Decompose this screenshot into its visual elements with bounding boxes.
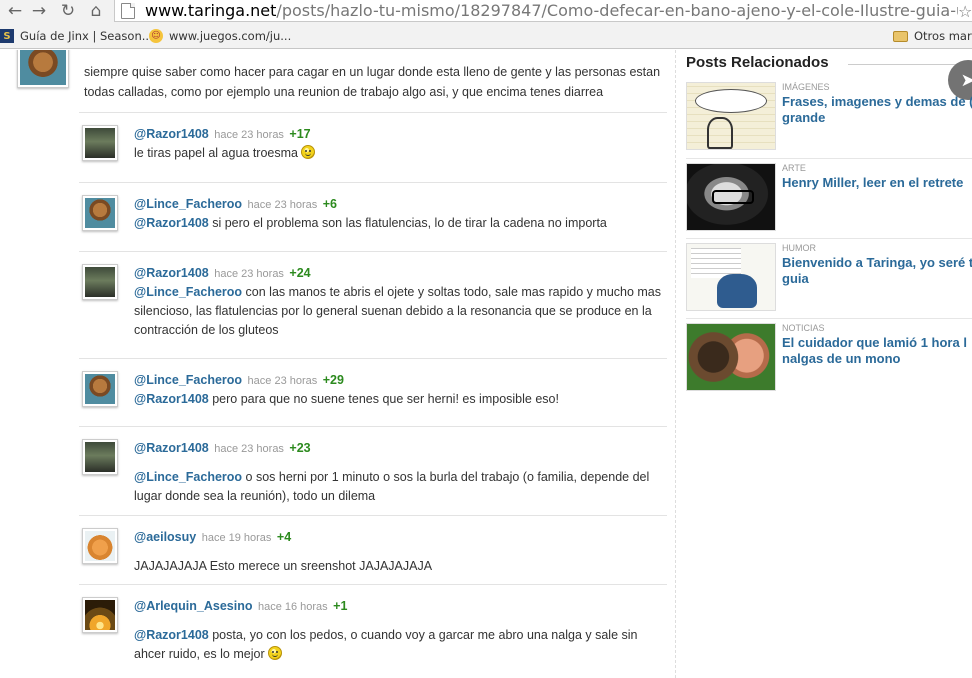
comment-body: le tiras papel al agua troesma bbox=[134, 146, 298, 160]
reload-icon[interactable]: ↻ bbox=[57, 0, 79, 22]
comment-user[interactable]: @aeilosuy bbox=[134, 530, 196, 544]
avatar[interactable] bbox=[82, 125, 118, 161]
post-title[interactable]: Frases, imagenes y demas de (grande bbox=[782, 94, 972, 126]
comment-votes: +17 bbox=[289, 127, 311, 141]
comment-mention[interactable]: @Razor1408 bbox=[134, 392, 209, 406]
comment: @Razor1408 hace 23 horas +23 @Lince_Fach… bbox=[79, 426, 667, 515]
comment-user[interactable]: @Lince_Facheroo bbox=[134, 373, 242, 387]
address-bar[interactable]: www.taringa.net/posts/hazlo-tu-mismo/182… bbox=[114, 0, 972, 22]
comment-body: pero para que no suene tenes que ser her… bbox=[208, 392, 559, 406]
comment-body: JAJAJAJAJA Esto merece un sreenshot JAJA… bbox=[134, 559, 433, 573]
related-post[interactable]: HUMOR Bienvenido a Taringa, yo seré t gui… bbox=[686, 238, 972, 314]
comment-votes: +4 bbox=[276, 530, 292, 544]
comment-votes: +24 bbox=[289, 266, 311, 280]
folder-icon bbox=[893, 30, 908, 42]
comment-votes: +6 bbox=[322, 197, 338, 211]
browser-toolbar: ← → ↻ ⌂ www.taringa.net/posts/hazlo-tu-m… bbox=[0, 0, 972, 24]
s-icon: S bbox=[0, 29, 14, 43]
related-post[interactable]: NOTICIAS El cuidador que lamió 1 hora ln… bbox=[686, 318, 972, 394]
comment-user[interactable]: @Razor1408 bbox=[134, 441, 209, 455]
comment: @Arlequin_Asesino hace 16 horas +1 @Razo… bbox=[79, 584, 667, 678]
back-icon[interactable]: ← bbox=[4, 0, 26, 22]
other-bookmarks[interactable]: Otros marc bbox=[893, 27, 972, 45]
post-category: IMÁGENES bbox=[782, 82, 830, 92]
bookmark-juegos[interactable]: ☺ www.juegos.com/ju... bbox=[149, 27, 291, 45]
comment-user[interactable]: @Lince_Facheroo bbox=[134, 197, 242, 211]
post-thumbnail[interactable] bbox=[686, 243, 776, 311]
comment-text: @Razor1408 posta, yo con los pedos, o cu… bbox=[134, 626, 666, 664]
comment: @aeilosuy hace 19 horas +4 JAJAJAJAJA Es… bbox=[79, 515, 667, 584]
avatar[interactable] bbox=[17, 50, 69, 88]
comments-section: siempre quise saber como hacer para caga… bbox=[0, 50, 676, 678]
post-category: ARTE bbox=[782, 163, 806, 173]
post-title[interactable]: El cuidador que lamió 1 hora l nalgas de … bbox=[782, 335, 972, 367]
bookmark-label: www.juegos.com/ju... bbox=[169, 29, 292, 43]
post-category: NOTICIAS bbox=[782, 323, 825, 333]
comment-text: @Lince_Facheroo con las manos te abris e… bbox=[134, 283, 666, 340]
bookmark-star-icon[interactable]: ☆ bbox=[958, 0, 972, 21]
related-post[interactable]: ARTE Henry Miller, leer en el retrete bbox=[686, 158, 972, 234]
avatar[interactable] bbox=[82, 371, 118, 407]
comment-time: hace 23 horas bbox=[247, 199, 318, 211]
sidebar-title: Posts Relacionados bbox=[686, 54, 829, 71]
bookmarks-bar: S Guía de Jinx | Season... ☺ www.juegos.… bbox=[0, 24, 972, 49]
post-title[interactable]: Henry Miller, leer en el retrete bbox=[782, 175, 972, 191]
comment-text: @Razor1408 pero para que no suene tenes … bbox=[134, 390, 666, 409]
comment-mention[interactable]: @Lince_Facheroo bbox=[134, 470, 242, 484]
comment: @Razor1408 hace 23 horas +24 @Lince_Fach… bbox=[79, 251, 667, 358]
post-thumbnail[interactable] bbox=[686, 163, 776, 231]
comment-text: JAJAJAJAJA Esto merece un sreenshot JAJA… bbox=[134, 557, 666, 576]
comment-time: hace 23 horas bbox=[214, 129, 284, 141]
related-post[interactable]: IMÁGENES Frases, imagenes y demas de (gr… bbox=[686, 78, 972, 154]
forward-icon[interactable]: → bbox=[28, 0, 50, 22]
smiley-icon bbox=[300, 145, 315, 159]
comment-body: si pero el problema son las flatulencias… bbox=[208, 216, 607, 230]
comment-text: @Razor1408 si pero el problema son las f… bbox=[134, 214, 666, 233]
comment-mention[interactable]: @Lince_Facheroo bbox=[134, 285, 242, 299]
comment-user[interactable]: @Razor1408 bbox=[134, 266, 209, 280]
url-path: /posts/hazlo-tu-mismo/18297847/Como-defe… bbox=[276, 1, 972, 20]
bookmark-guia-jinx[interactable]: S Guía de Jinx | Season... bbox=[0, 27, 153, 45]
post-category: HUMOR bbox=[782, 243, 816, 253]
comment-mention[interactable]: @Razor1408 bbox=[134, 216, 209, 230]
comment-time: hace 23 horas bbox=[214, 443, 284, 455]
avatar[interactable] bbox=[82, 528, 118, 564]
comment-votes: +1 bbox=[333, 599, 348, 613]
home-icon[interactable]: ⌂ bbox=[85, 0, 107, 22]
comment: @Lince_Facheroo hace 23 horas +29 @Razor… bbox=[79, 358, 667, 426]
comment-text: @Lince_Facheroo o sos herni por 1 minuto… bbox=[134, 468, 666, 506]
bookmark-label: Guía de Jinx | Season... bbox=[20, 29, 153, 43]
other-bookmarks-label: Otros marc bbox=[914, 29, 972, 43]
comment-text: le tiras papel al agua troesma bbox=[134, 144, 666, 163]
comment-time: hace 23 horas bbox=[247, 375, 318, 387]
post-title[interactable]: Bienvenido a Taringa, yo seré t guia bbox=[782, 255, 972, 287]
avatar[interactable] bbox=[82, 264, 118, 300]
comment-body: posta, yo con los pedos, o cuando voy a … bbox=[134, 628, 638, 661]
post-thumbnail[interactable] bbox=[686, 323, 776, 391]
post-thumbnail[interactable] bbox=[686, 82, 776, 150]
comment-votes: +23 bbox=[289, 441, 311, 455]
smiley-icon bbox=[267, 646, 282, 660]
juegos-icon: ☺ bbox=[149, 29, 163, 43]
page-content: siempre quise saber como hacer para caga… bbox=[0, 50, 972, 678]
comment-time: hace 19 horas bbox=[201, 532, 272, 544]
avatar[interactable] bbox=[82, 597, 118, 633]
comment-time: hace 23 horas bbox=[214, 268, 284, 280]
comment-mention[interactable]: @Razor1408 bbox=[134, 628, 209, 642]
comment: @Lince_Facheroo hace 23 horas +6 @Razor1… bbox=[79, 182, 667, 251]
related-posts-sidebar: Posts Relacionados ➤ IMÁGENES Frases, im… bbox=[684, 50, 972, 678]
comment-votes: +29 bbox=[322, 373, 344, 387]
avatar[interactable] bbox=[82, 439, 118, 475]
avatar[interactable] bbox=[82, 195, 118, 231]
url-host: www.taringa.net bbox=[145, 1, 277, 20]
comment-time: hace 16 horas bbox=[257, 601, 328, 613]
comment-user[interactable]: @Razor1408 bbox=[134, 127, 209, 141]
op-text: siempre quise saber como hacer para caga… bbox=[84, 65, 661, 99]
comment-user[interactable]: @Arlequin_Asesino bbox=[134, 599, 252, 613]
comment: @Razor1408 hace 23 horas +17 le tiras pa… bbox=[79, 112, 667, 182]
page-icon bbox=[121, 2, 135, 19]
